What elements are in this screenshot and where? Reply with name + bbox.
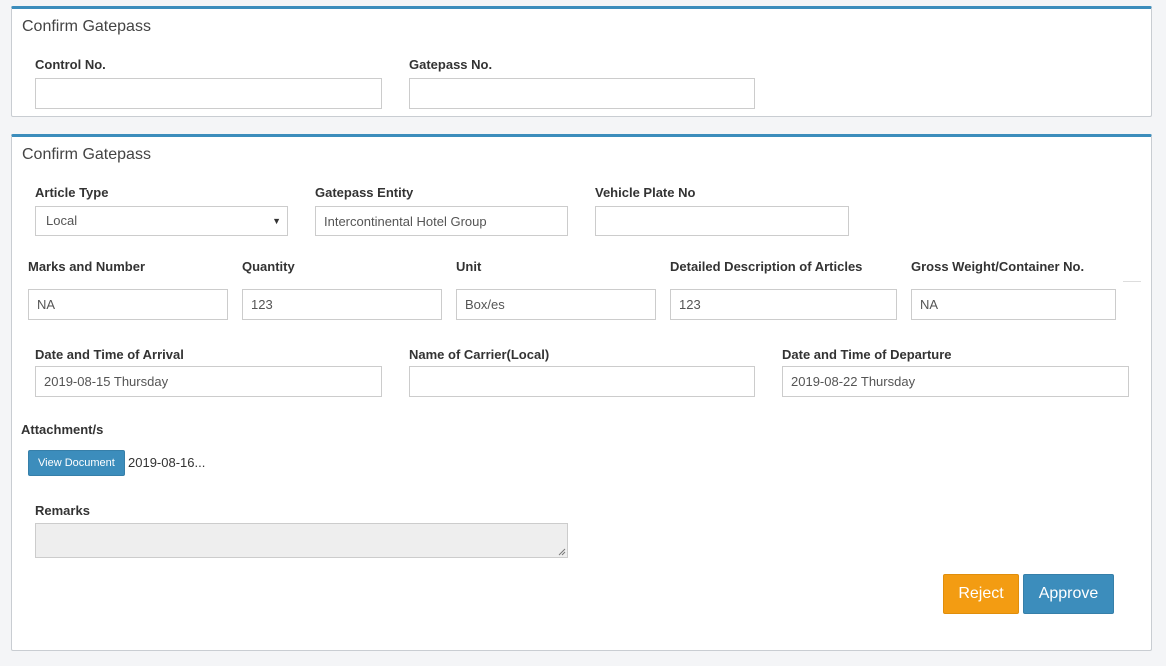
departure-input[interactable] xyxy=(782,366,1129,397)
gatepass-no-label: Gatepass No. xyxy=(409,57,493,72)
remarks-textarea[interactable] xyxy=(35,523,568,558)
quantity-input[interactable] xyxy=(242,289,442,320)
resize-grip-icon[interactable] xyxy=(558,548,566,556)
marks-label: Marks and Number xyxy=(28,259,146,274)
gross-weight-input[interactable] xyxy=(911,289,1116,320)
description-input[interactable] xyxy=(670,289,897,320)
arrival-input[interactable] xyxy=(35,366,382,397)
gross-weight-label: Gross Weight/Container No. xyxy=(911,259,1085,274)
carrier-input[interactable] xyxy=(409,366,755,397)
article-type-select[interactable]: Local ▼ xyxy=(35,206,288,236)
description-label: Detailed Description of Articles xyxy=(670,259,863,274)
departure-label: Date and Time of Departure xyxy=(782,347,952,362)
marks-input[interactable] xyxy=(28,289,228,320)
attachment-filename: 2019-08-16... xyxy=(128,455,206,470)
unit-label: Unit xyxy=(456,259,482,274)
search-panel-title: Confirm Gatepass xyxy=(22,18,151,35)
article-type-label: Article Type xyxy=(35,185,109,200)
quantity-label: Quantity xyxy=(242,259,295,274)
search-panel: Confirm Gatepass Control No. Gatepass No… xyxy=(11,6,1152,117)
approve-button[interactable]: Approve xyxy=(1023,574,1114,614)
vehicle-plate-input[interactable] xyxy=(595,206,849,236)
details-panel: Confirm Gatepass Article Type Local ▼ Ga… xyxy=(11,134,1152,651)
vehicle-plate-label: Vehicle Plate No xyxy=(595,185,696,200)
view-document-button[interactable]: View Document xyxy=(28,450,125,476)
gatepass-no-input[interactable] xyxy=(409,78,755,109)
arrival-label: Date and Time of Arrival xyxy=(35,347,184,362)
gatepass-entity-input[interactable] xyxy=(315,206,568,236)
details-panel-title: Confirm Gatepass xyxy=(22,146,151,163)
chevron-down-icon: ▼ xyxy=(272,216,281,226)
article-type-value: Local xyxy=(46,213,78,228)
remarks-label: Remarks xyxy=(35,503,90,518)
divider xyxy=(1123,281,1141,282)
gatepass-entity-label: Gatepass Entity xyxy=(315,185,414,200)
control-no-label: Control No. xyxy=(35,57,106,72)
control-no-input[interactable] xyxy=(35,78,382,109)
reject-button[interactable]: Reject xyxy=(943,574,1019,614)
attachments-label: Attachment/s xyxy=(21,422,104,437)
carrier-label: Name of Carrier(Local) xyxy=(409,347,550,362)
unit-input[interactable] xyxy=(456,289,656,320)
